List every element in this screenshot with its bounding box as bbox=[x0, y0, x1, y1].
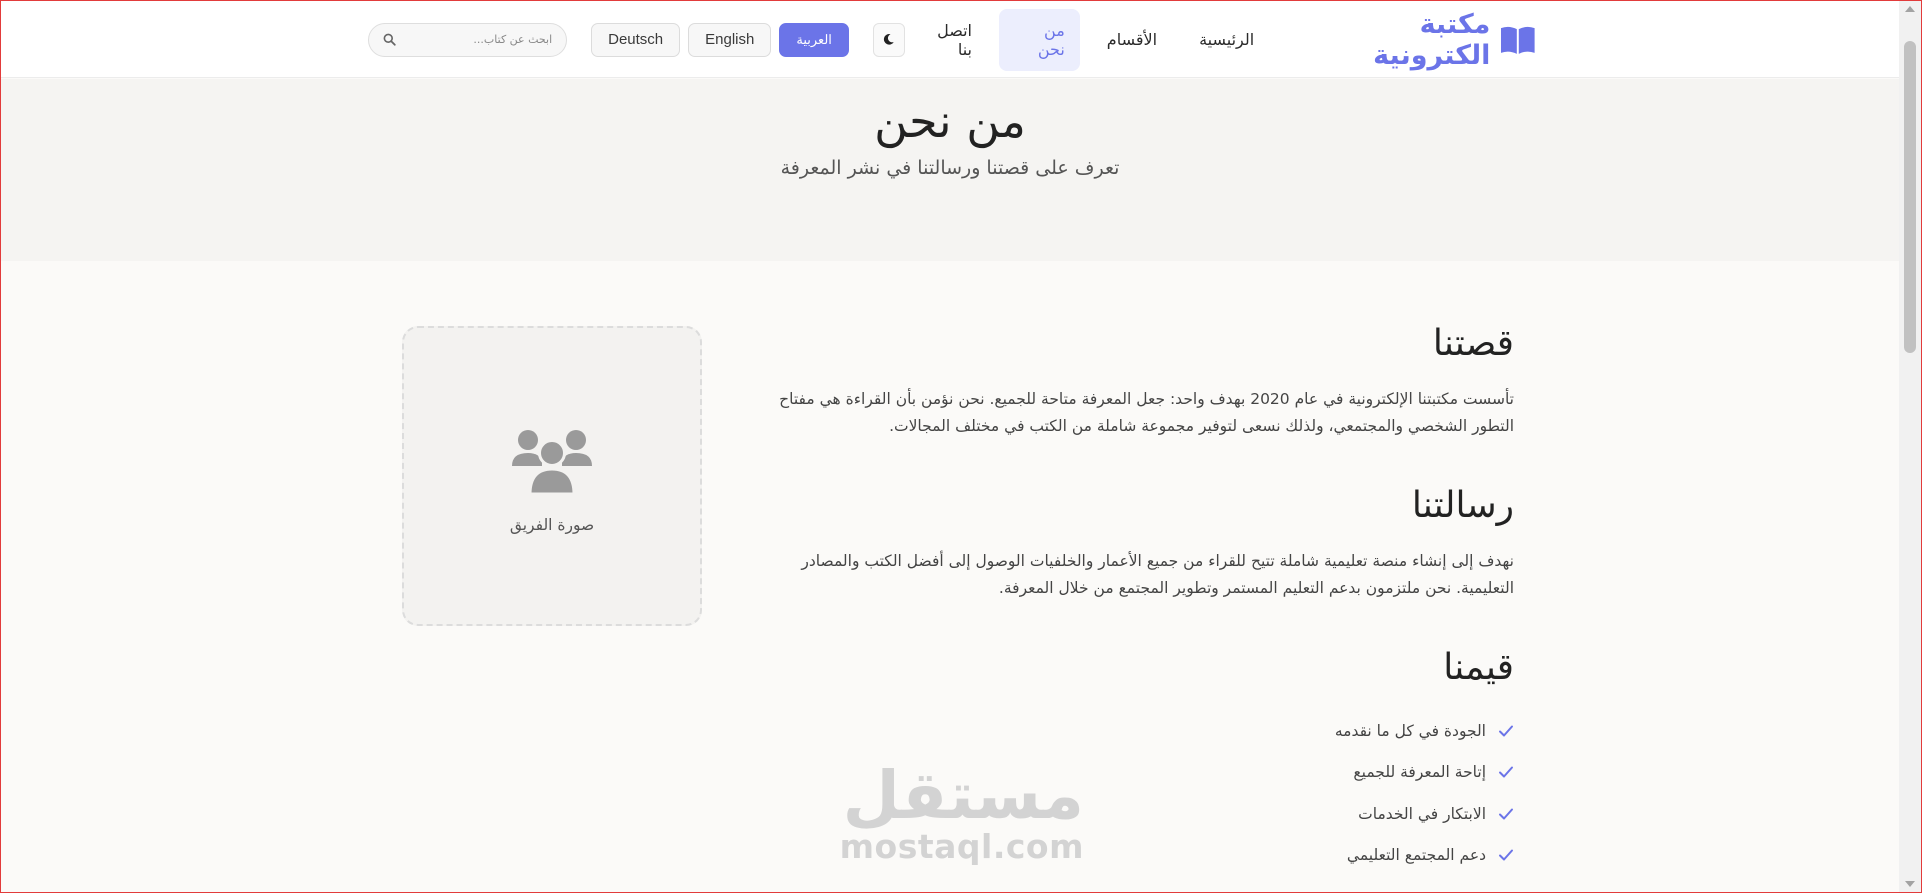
brand-name: مكتبة الكترونية bbox=[1373, 8, 1491, 71]
nav-link-sections[interactable]: الأقسام bbox=[1092, 18, 1172, 61]
value-item-label: دعم المجتمع التعليمي bbox=[1346, 846, 1486, 865]
values-heading: قيمنا bbox=[1443, 647, 1514, 688]
check-icon bbox=[1499, 766, 1513, 778]
brand-logo[interactable]: مكتبة الكترونية bbox=[1295, 9, 1536, 71]
lang-english-button[interactable]: English bbox=[688, 22, 772, 57]
lang-arabic-button[interactable]: العربية bbox=[779, 22, 849, 57]
moon-icon bbox=[884, 34, 895, 45]
search-box bbox=[368, 22, 568, 57]
value-item-label: الابتكار في الخدمات bbox=[1358, 804, 1486, 823]
watermark-latin: mostaql.com bbox=[839, 827, 1084, 866]
search-icon[interactable] bbox=[383, 33, 396, 46]
page-title: من نحن bbox=[874, 94, 1026, 148]
page-subtitle: تعرف على قصتنا ورسالتنا في نشر المعرفة bbox=[780, 157, 1120, 179]
story-body: تأسست مكتبتنا الإلكترونية في عام 2020 به… bbox=[779, 390, 1514, 435]
team-image-placeholder: صورة الفريق bbox=[402, 326, 702, 626]
mission-body: نهدف إلى إنشاء منصة تعليمية شاملة تتيح ل… bbox=[801, 552, 1514, 597]
nav-link-home[interactable]: الرئيسية bbox=[1184, 18, 1269, 61]
theme-toggle-button[interactable] bbox=[872, 22, 905, 57]
users-icon bbox=[512, 430, 592, 494]
navbar-inner: مكتبة الكترونية الرئيسية الأقسام من نحن … bbox=[368, 1, 1536, 78]
value-item-label: الجودة في كل ما نقدمه bbox=[1334, 721, 1486, 740]
page-scrollbar[interactable] bbox=[1899, 1, 1921, 892]
nav-controls: العربية English Deutsch bbox=[591, 22, 905, 57]
value-item-label: إتاحة المعرفة للجميع bbox=[1353, 763, 1486, 782]
check-icon bbox=[1499, 725, 1513, 737]
nav-link-about[interactable]: من نحن bbox=[998, 8, 1080, 71]
scrollbar-thumb[interactable] bbox=[1904, 41, 1916, 353]
watermark-arabic: مستقل bbox=[842, 757, 1084, 834]
check-icon bbox=[1499, 849, 1513, 861]
scroll-up-arrow[interactable] bbox=[1905, 6, 1915, 12]
watermark: مستقل mostaql.com bbox=[839, 757, 1084, 866]
mission-heading: رسالتنا bbox=[1411, 485, 1514, 526]
story-heading: قصتنا bbox=[1432, 323, 1514, 364]
navbar: مكتبة الكترونية الرئيسية الأقسام من نحن … bbox=[1, 1, 1899, 78]
scroll-down-arrow[interactable] bbox=[1905, 881, 1915, 887]
search-input[interactable] bbox=[404, 33, 553, 46]
lang-german-button[interactable]: Deutsch bbox=[591, 22, 681, 57]
check-icon bbox=[1499, 808, 1513, 820]
main-nav: الرئيسية الأقسام من نحن اتصل بنا bbox=[905, 8, 1269, 71]
value-item: الجودة في كل ما نقدمه bbox=[769, 710, 1514, 752]
team-image-caption: صورة الفريق bbox=[509, 516, 595, 534]
book-open-icon bbox=[1501, 26, 1536, 54]
hero-section: من نحن تعرف على قصتنا ورسالتنا في نشر ال… bbox=[1, 79, 1899, 261]
nav-link-contact[interactable]: اتصل بنا bbox=[905, 9, 987, 71]
